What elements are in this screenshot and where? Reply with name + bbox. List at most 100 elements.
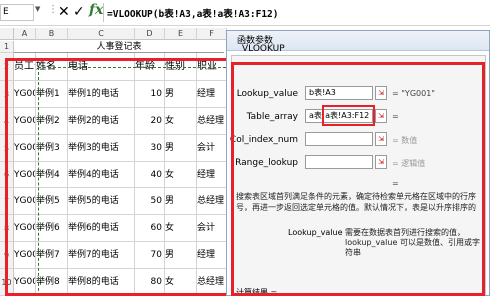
table-cell[interactable]: YG002 <box>14 108 36 135</box>
table-cell[interactable]: 举例8的电话 <box>68 269 135 296</box>
table-cell[interactable]: 女 <box>165 162 197 188</box>
table-cell[interactable]: YG003 <box>14 135 36 162</box>
table-cell[interactable]: 举例5 <box>36 188 68 215</box>
formula-input[interactable]: =VLOOKUP(b表!A3,a表!a表!A3:F12) <box>107 6 279 20</box>
range-lookup-input[interactable] <box>305 155 373 169</box>
table-cell[interactable]: 女 <box>165 215 197 242</box>
formula-bar: E ▼ ⋮ ✕ ✓ fx =VLOOKUP(b表!A3,a表!a表!A3:F12… <box>0 0 490 26</box>
function-result-preview: = <box>392 179 399 188</box>
header-cell[interactable]: 职业 <box>197 53 227 81</box>
row-header[interactable]: 2 <box>0 53 14 81</box>
table-cell[interactable]: 男 <box>165 188 197 215</box>
table-cell[interactable]: 举例3的电话 <box>68 135 135 162</box>
table-cell[interactable]: 举例7的电话 <box>68 242 135 269</box>
table-cell[interactable]: 70 <box>135 242 165 269</box>
table-cell[interactable]: 10 <box>135 81 165 108</box>
cancel-button[interactable]: ✕ <box>58 3 70 21</box>
header-cell[interactable]: 员工号 <box>14 53 36 81</box>
select-all-corner[interactable] <box>0 28 14 40</box>
table-cell[interactable]: 60 <box>135 215 165 242</box>
header-cell[interactable]: 性别 <box>165 53 197 81</box>
collapse-dialog-icon[interactable]: ⇲ <box>375 86 387 100</box>
table-cell[interactable]: 总经理 <box>197 269 227 296</box>
header-cell[interactable]: 姓名 <box>36 53 68 81</box>
row-header[interactable]: 1 <box>0 41 14 53</box>
enter-button[interactable]: ✓ <box>73 3 85 21</box>
arg-result: = 数值 <box>392 136 418 145</box>
row-header[interactable]: 5 <box>0 135 14 162</box>
row-header[interactable]: 4 <box>0 108 14 135</box>
column-header-c[interactable]: C <box>68 28 135 40</box>
calculation-result: 计算结果 = <box>236 288 278 296</box>
table-cell[interactable]: 经理 <box>197 242 227 269</box>
col-index-num-input[interactable] <box>305 132 373 146</box>
header-cell[interactable]: 电话 <box>68 53 135 81</box>
lookup-value-input[interactable]: b表!A3 <box>305 86 373 100</box>
column-header-e[interactable]: E <box>165 28 197 40</box>
table-cell[interactable]: 举例8 <box>36 269 68 296</box>
arg-result: = "YG001" <box>392 89 435 98</box>
function-group-label: VLOOKUP <box>242 44 285 54</box>
table-cell[interactable]: 举例6的电话 <box>68 215 135 242</box>
name-box[interactable]: E <box>0 4 34 21</box>
table-cell[interactable]: 总经理 <box>197 108 227 135</box>
header-cell[interactable]: 年龄 <box>135 53 165 81</box>
column-header-f[interactable]: F <box>197 28 227 40</box>
arg-label-table-array: Table_array <box>246 112 298 122</box>
table-cell[interactable]: 总经理 <box>197 188 227 215</box>
table-cell[interactable]: 会计 <box>197 215 227 242</box>
arg-help-text: 需要在数据表首列进行搜索的值，lookup_value 可以是数值、引用或字符串 <box>345 228 480 257</box>
row-header[interactable]: 3 <box>0 81 14 108</box>
table-cell[interactable]: 举例3 <box>36 135 68 162</box>
table-cell[interactable]: 经理 <box>197 162 227 188</box>
insert-function-button[interactable]: fx <box>89 2 103 18</box>
collapse-dialog-icon[interactable]: ⇲ <box>375 155 387 169</box>
table-cell[interactable]: YG005 <box>14 188 36 215</box>
table-cell[interactable]: YG008 <box>14 269 36 296</box>
table-cell[interactable]: 男 <box>165 242 197 269</box>
table-cell[interactable]: 举例6 <box>36 215 68 242</box>
table-cell[interactable]: 女 <box>165 269 197 296</box>
row-header[interactable]: 7 <box>0 188 14 215</box>
chevron-down-icon[interactable]: ▼ <box>35 5 40 13</box>
column-header-a[interactable]: A <box>14 28 36 40</box>
table-cell[interactable]: YG001 <box>14 81 36 108</box>
collapse-dialog-icon[interactable]: ⇲ <box>375 109 387 123</box>
row-header[interactable]: 8 <box>0 215 14 242</box>
table-cell[interactable]: 举例7 <box>36 242 68 269</box>
table-cell[interactable]: 举例2 <box>36 108 68 135</box>
table-cell[interactable]: 男 <box>165 81 197 108</box>
function-description: 搜索表区域首列满足条件的元素，确定待检索单元格在区域中的行序号，再进一步返回选定… <box>236 192 476 212</box>
sheet-title[interactable]: 人事登记表 <box>14 41 224 53</box>
table-array-input[interactable]: a表!a表!A3:F12 <box>305 109 373 123</box>
table-cell[interactable]: 80 <box>135 269 165 296</box>
row-header[interactable]: 9 <box>0 242 14 269</box>
arg-label-lookup-value: Lookup_value <box>236 89 298 99</box>
table-cell[interactable]: 举例1的电话 <box>68 81 135 108</box>
table-cell[interactable]: 女 <box>165 108 197 135</box>
arg-help-name: Lookup_value <box>288 228 343 237</box>
column-header-d[interactable]: D <box>135 28 165 40</box>
table-cell[interactable]: 举例1 <box>36 81 68 108</box>
table-cell[interactable]: 会计 <box>197 135 227 162</box>
table-cell[interactable]: 举例4的电话 <box>68 162 135 188</box>
table-cell[interactable]: YG004 <box>14 162 36 188</box>
arg-result: = 逻辑值 <box>392 159 426 168</box>
row-header[interactable]: 6 <box>0 162 14 188</box>
table-cell[interactable]: 30 <box>135 135 165 162</box>
collapse-dialog-icon[interactable]: ⇲ <box>375 132 387 146</box>
column-header-b[interactable]: B <box>36 28 68 40</box>
table-cell[interactable]: 20 <box>135 108 165 135</box>
table-cell[interactable]: 举例5的电话 <box>68 188 135 215</box>
row-header[interactable]: 10 <box>0 269 14 296</box>
table-cell[interactable]: YG007 <box>14 242 36 269</box>
table-cell[interactable]: 经理 <box>197 81 227 108</box>
table-cell[interactable]: YG006 <box>14 215 36 242</box>
arg-result: = <box>392 112 399 121</box>
table-cell[interactable]: 40 <box>135 162 165 188</box>
table-cell[interactable]: 举例2的电话 <box>68 108 135 135</box>
table-cell[interactable]: 举例4 <box>36 162 68 188</box>
more-icon: ⋮ <box>48 4 58 15</box>
table-cell[interactable]: 男 <box>165 135 197 162</box>
table-cell[interactable]: 50 <box>135 188 165 215</box>
